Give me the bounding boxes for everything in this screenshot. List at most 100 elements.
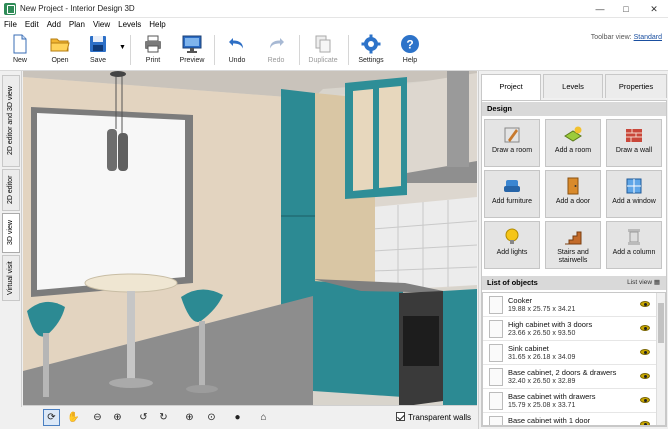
tab-3d-view[interactable]: 3D view	[2, 213, 20, 253]
toolbar-separator	[348, 35, 349, 65]
objects-list[interactable]: Cooker 19.88 x 25.75 x 34.21 High cabinet…	[482, 292, 666, 426]
draw-wall-button[interactable]: Draw a wall	[606, 119, 662, 167]
new-file-icon	[13, 34, 27, 54]
menu-plan[interactable]: Plan	[65, 18, 89, 31]
table-base	[109, 378, 153, 388]
orbit-down-icon[interactable]: ⊕	[181, 409, 198, 426]
save-dropdown-icon[interactable]: ▼	[119, 44, 126, 51]
stool-leg	[199, 321, 205, 387]
settings-button[interactable]: Settings	[353, 34, 389, 68]
pencil-icon	[504, 127, 520, 143]
tab-levels[interactable]: Levels	[543, 74, 603, 98]
view-toolbar: ⟳ ✋ ⊖ ⊕ ↺ ↻ ⊕ ⊙ ● ⌂ Transparent walls	[23, 405, 477, 429]
help-icon: ?	[401, 35, 419, 53]
rotate-right-icon[interactable]: ↻	[155, 409, 172, 426]
tab-2d-editor[interactable]: 2D editor	[2, 169, 20, 211]
menu-file[interactable]: File	[0, 18, 21, 31]
transparent-walls-checkbox[interactable]: Transparent walls	[396, 412, 471, 422]
open-button[interactable]: Open	[42, 34, 78, 68]
add-furniture-button[interactable]: Add furniture	[484, 170, 540, 218]
right-panel: Project Levels Properties Design Draw a …	[478, 71, 668, 429]
visibility-eye-icon[interactable]	[640, 373, 650, 379]
add-lights-button[interactable]: Add lights	[484, 221, 540, 269]
list-item[interactable]: Base cabinet with drawers 15.79 x 25.08 x…	[483, 389, 656, 413]
save-button[interactable]: Save	[80, 34, 116, 68]
3d-viewport[interactable]	[23, 71, 477, 407]
list-view-dropdown[interactable]: List view ▦	[627, 276, 660, 290]
view-tabs: 2D editor and 3D view 2D editor 3D view …	[0, 71, 22, 407]
visibility-eye-icon[interactable]	[640, 301, 650, 307]
stairs-button[interactable]: Stairs and stairwells	[545, 221, 601, 269]
panel-tabs: Project Levels Properties	[481, 74, 667, 100]
objects-header: List of objects List view ▦	[482, 276, 666, 290]
lamp-mount	[110, 71, 126, 77]
item-thumbnail	[489, 392, 503, 410]
help-button[interactable]: ? Help	[392, 34, 428, 68]
redo-button[interactable]: Redo	[258, 34, 294, 68]
light-bulb-icon[interactable]: ●	[229, 409, 246, 426]
add-room-button[interactable]: Add a room	[545, 119, 601, 167]
list-scrollbar[interactable]	[656, 293, 665, 425]
zoom-in-icon[interactable]: ⊕	[109, 409, 126, 426]
rotate-3d-icon[interactable]: ⟳	[43, 409, 60, 426]
print-button[interactable]: Print	[135, 34, 171, 68]
toolbar-separator	[214, 35, 215, 65]
draw-room-button[interactable]: Draw a room	[484, 119, 540, 167]
undo-button[interactable]: Undo	[219, 34, 255, 68]
toolbar-view-link[interactable]: Standard	[634, 34, 662, 41]
scrollbar-thumb[interactable]	[658, 303, 664, 343]
preview-button[interactable]: Preview	[174, 34, 210, 68]
list-item[interactable]: Sink cabinet 31.65 x 26.18 x 34.09	[483, 341, 656, 365]
menu-levels[interactable]: Levels	[114, 18, 145, 31]
home-icon[interactable]: ⌂	[255, 409, 272, 426]
menu-edit[interactable]: Edit	[21, 18, 43, 31]
design-grid: Draw a room Add a room Draw a wall Add f…	[484, 119, 666, 271]
round-table	[84, 273, 178, 293]
maximize-icon[interactable]: □	[612, 0, 640, 18]
tab-virtual-visit[interactable]: Virtual visit	[2, 255, 20, 301]
folder-icon	[50, 38, 70, 52]
add-door-button[interactable]: Add a door	[545, 170, 601, 218]
orbit-up-icon[interactable]: ⊙	[203, 409, 220, 426]
monitor-icon	[182, 35, 202, 53]
visibility-eye-icon[interactable]	[640, 349, 650, 355]
duplicate-button[interactable]: Duplicate	[305, 34, 341, 68]
tab-properties[interactable]: Properties	[605, 74, 667, 98]
tab-2d-3d[interactable]: 2D editor and 3D view	[2, 75, 20, 167]
column-icon	[628, 229, 640, 245]
armchair-icon	[504, 180, 520, 192]
stool-base	[186, 385, 218, 393]
stool-leg	[43, 333, 49, 397]
rotate-left-icon[interactable]: ↺	[135, 409, 152, 426]
toolbar-separator	[130, 35, 131, 65]
design-header: Design	[482, 102, 666, 116]
floppy-disk-icon	[90, 36, 106, 52]
menu-add[interactable]: Add	[43, 18, 65, 31]
pan-hand-icon[interactable]: ✋	[65, 409, 82, 426]
tab-project[interactable]: Project	[481, 74, 541, 100]
new-button[interactable]: New	[2, 34, 38, 68]
item-thumbnail	[489, 416, 503, 425]
visibility-eye-icon[interactable]	[640, 325, 650, 331]
menu-view[interactable]: View	[89, 18, 114, 31]
add-window-button[interactable]: Add a window	[606, 170, 662, 218]
visibility-eye-icon[interactable]	[640, 397, 650, 403]
list-item[interactable]: Cooker 19.88 x 25.75 x 34.21	[483, 293, 656, 317]
minimize-icon[interactable]: —	[586, 0, 614, 18]
gear-icon	[361, 34, 381, 54]
add-column-button[interactable]: Add a column	[606, 221, 662, 269]
checkbox-icon[interactable]	[396, 412, 406, 421]
list-item[interactable]: High cabinet with 3 doors 23.66 x 26.50 x…	[483, 317, 656, 341]
oven-window	[403, 316, 439, 366]
window-icon	[626, 178, 642, 194]
menu-help[interactable]: Help	[145, 18, 169, 31]
close-icon[interactable]: ✕	[640, 0, 668, 18]
list-item[interactable]: Base cabinet, 2 doors & drawers 32.40 x 2…	[483, 365, 656, 389]
menu-bar: File Edit Add Plan View Levels Help	[0, 18, 668, 31]
printer-icon	[145, 35, 161, 53]
toolbar-separator	[299, 35, 300, 65]
list-item[interactable]: Base cabinet with 1 door	[483, 413, 656, 425]
zoom-out-icon[interactable]: ⊖	[89, 409, 106, 426]
visibility-eye-icon[interactable]	[640, 421, 650, 425]
wall-tiles	[373, 197, 477, 291]
